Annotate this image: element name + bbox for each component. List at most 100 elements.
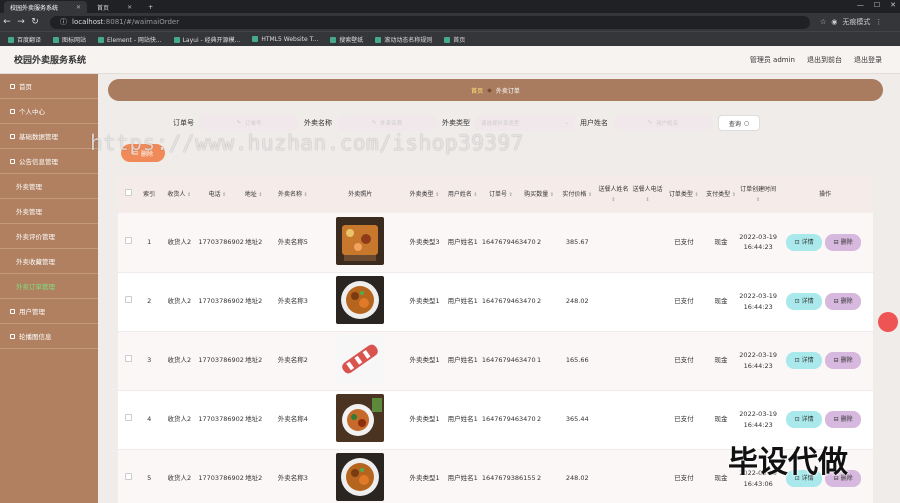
cell-order-type: 已支付 xyxy=(664,272,703,332)
breadcrumb-home[interactable]: 首页 xyxy=(471,86,483,95)
bookmark-item[interactable]: 首页 xyxy=(444,35,465,44)
column-header[interactable]: 收货人 ⇕ xyxy=(160,176,199,213)
order-no-input[interactable]: ✎ 订单号 xyxy=(199,115,299,131)
detail-button[interactable]: ⊡ 详情 xyxy=(786,352,823,369)
sidebar-item[interactable]: 外卖管理 xyxy=(0,199,98,224)
table-row: 1 收货人2 17703786902 地址2 外卖名称5 外卖类型3 用户姓名1 164767… xyxy=(118,213,873,273)
column-header[interactable]: 订单类型 ⇕ xyxy=(664,176,703,213)
browser-chrome: 校园外卖服务系统 ✕ 首页 ✕ + — ☐ ✕ ← → ↻ ⓘ localhost:808… xyxy=(0,0,900,46)
cell-idx: 5 xyxy=(138,449,161,503)
maximize-icon[interactable]: ☐ xyxy=(874,1,880,9)
column-header[interactable]: 订单创建时间 ⇕ xyxy=(739,176,778,213)
sort-icon[interactable]: ⇕ xyxy=(507,192,513,198)
column-header[interactable]: 地址 ⇕ xyxy=(236,176,271,213)
delete-button[interactable]: ⊟ 删除 xyxy=(825,233,862,251)
row-checkbox[interactable] xyxy=(124,355,132,363)
sidebar-item[interactable]: 外卖订单管理 xyxy=(0,274,98,299)
close-icon[interactable]: ✕ xyxy=(76,4,81,11)
delete-button[interactable]: ⊟ 删除 xyxy=(825,411,862,428)
back-icon[interactable]: ← xyxy=(0,17,14,27)
column-header[interactable]: 实付价格 ⇕ xyxy=(558,176,597,213)
sort-icon[interactable]: ⇕ xyxy=(730,192,736,198)
sort-icon[interactable]: ⇕ xyxy=(257,192,262,198)
column-header[interactable]: 外卖类型 ⇕ xyxy=(405,176,444,213)
user-input[interactable]: ✎ 用户姓名 xyxy=(613,115,713,131)
sort-icon[interactable]: ⇕ xyxy=(185,192,191,198)
row-checkbox[interactable] xyxy=(124,473,132,481)
minimize-icon[interactable]: — xyxy=(857,1,864,9)
star-icon[interactable]: ☆ xyxy=(820,18,826,26)
row-checkbox[interactable] xyxy=(124,237,132,245)
sort-icon[interactable]: ⇕ xyxy=(221,192,226,198)
column-header[interactable]: 用户姓名 ⇕ xyxy=(443,176,482,213)
detail-button[interactable]: ⊡ 详情 xyxy=(786,411,823,428)
logout-link[interactable]: 退出登录 xyxy=(854,55,882,65)
close-icon[interactable]: ✕ xyxy=(127,4,132,11)
sidebar-item[interactable]: 基础数据管理 xyxy=(0,124,98,149)
bookmark-icon xyxy=(252,36,259,42)
bookmark-item[interactable]: 滚动动态名称规则 xyxy=(375,35,432,44)
sidebar-item[interactable]: 外卖管理 xyxy=(0,174,98,199)
row-checkbox[interactable] xyxy=(124,414,132,422)
new-tab-icon[interactable]: + xyxy=(142,1,159,13)
column-header[interactable]: 电话 ⇕ xyxy=(198,176,237,213)
app-root: 校园外卖服务系统 管理员 admin 退出到前台 退出登录 首页 个人中心 基础数据… xyxy=(0,46,900,503)
detail-button[interactable]: ⊡ 详情 xyxy=(786,233,823,251)
tab-second[interactable]: 首页 ✕ xyxy=(91,1,138,13)
url-field[interactable]: ⓘ localhost:8081/#/waimaiOrder xyxy=(50,15,810,29)
detail-button[interactable]: ⊡ 详情 xyxy=(786,293,823,310)
bookmark-icon xyxy=(330,37,337,43)
row-checkbox[interactable] xyxy=(124,296,132,304)
column-header[interactable]: 送餐人姓名 ⇕ xyxy=(596,176,631,213)
cell-phone: 17703786902 xyxy=(198,272,244,332)
reload-icon[interactable]: ↻ xyxy=(28,17,42,27)
column-header[interactable]: 外卖照片 xyxy=(314,176,406,213)
cell-price: 165.66 xyxy=(558,331,597,391)
delete-button[interactable]: ⊟ 删除 xyxy=(825,352,862,369)
sort-icon[interactable]: ⇕ xyxy=(586,192,592,198)
close-window-icon[interactable]: ✕ xyxy=(890,1,896,9)
sidebar-item[interactable]: 个人中心 xyxy=(0,99,98,124)
bookmark-item[interactable]: 百度翻译 xyxy=(8,35,41,44)
sidebar-item[interactable]: 外卖评价管理 xyxy=(0,224,98,249)
sidebar-item[interactable]: 轮播图信息 xyxy=(0,324,98,349)
bookmark-item[interactable]: 搜索壁纸 xyxy=(330,35,363,44)
menu-icon[interactable]: ⋮ xyxy=(875,18,882,26)
forward-icon[interactable]: → xyxy=(14,17,28,27)
name-input[interactable]: ✎ 外卖名称 xyxy=(337,115,437,131)
sort-icon[interactable]: ⇕ xyxy=(434,192,439,198)
search-button[interactable]: 查询 ○ xyxy=(718,115,760,131)
sort-icon[interactable]: ⇕ xyxy=(548,192,554,198)
column-header[interactable]: 支付类型 ⇕ xyxy=(702,176,740,213)
bookmark-item[interactable]: 图标网站 xyxy=(53,35,86,44)
sort-icon[interactable]: ⇕ xyxy=(646,197,650,203)
sort-icon[interactable]: ⇕ xyxy=(693,192,699,198)
bookmark-item[interactable]: Element - 网站快... xyxy=(98,35,162,44)
cell-courier-phone xyxy=(630,272,665,332)
type-select[interactable]: 请选择外卖类型 ⌄ xyxy=(475,115,575,131)
cell-user: 用户姓名1 xyxy=(443,213,482,273)
sort-icon[interactable]: ⇕ xyxy=(611,197,615,203)
column-header[interactable]: 购买数量 ⇕ xyxy=(520,176,559,213)
info-icon: ⓘ xyxy=(60,18,67,26)
column-header[interactable]: 操作 xyxy=(777,176,873,213)
column-header[interactable]: 索引 xyxy=(138,176,161,213)
bookmark-item[interactable]: Layui - 经典开源模... xyxy=(173,35,240,44)
sidebar-item[interactable]: 首页 xyxy=(0,74,98,99)
column-header[interactable]: 送餐人电话 ⇕ xyxy=(630,176,665,213)
sidebar-item[interactable]: 外卖收藏管理 xyxy=(0,249,98,274)
cell-name: 外卖名称3 xyxy=(270,449,315,503)
sort-icon[interactable]: ⇕ xyxy=(756,197,760,203)
tab-active[interactable]: 校园外卖服务系统 ✕ xyxy=(4,1,88,13)
profile-icon[interactable]: ◉ xyxy=(831,18,837,26)
delete-button[interactable]: ⊟ 删除 xyxy=(825,293,862,310)
bookmark-item[interactable]: HTML5 Website T... xyxy=(252,36,318,43)
select-all-checkbox[interactable] xyxy=(124,189,132,197)
sidebar-item[interactable]: 用户管理 xyxy=(0,299,98,324)
sort-icon[interactable]: ⇕ xyxy=(302,192,308,198)
sort-icon[interactable]: ⇕ xyxy=(472,192,477,198)
column-header[interactable]: 外卖名称 ⇕ xyxy=(270,176,315,213)
sidebar-item[interactable]: 公告信息管理 xyxy=(0,149,98,174)
back-to-front-link[interactable]: 退出到前台 xyxy=(807,55,842,65)
column-header[interactable]: 订单号 ⇕ xyxy=(481,176,520,213)
